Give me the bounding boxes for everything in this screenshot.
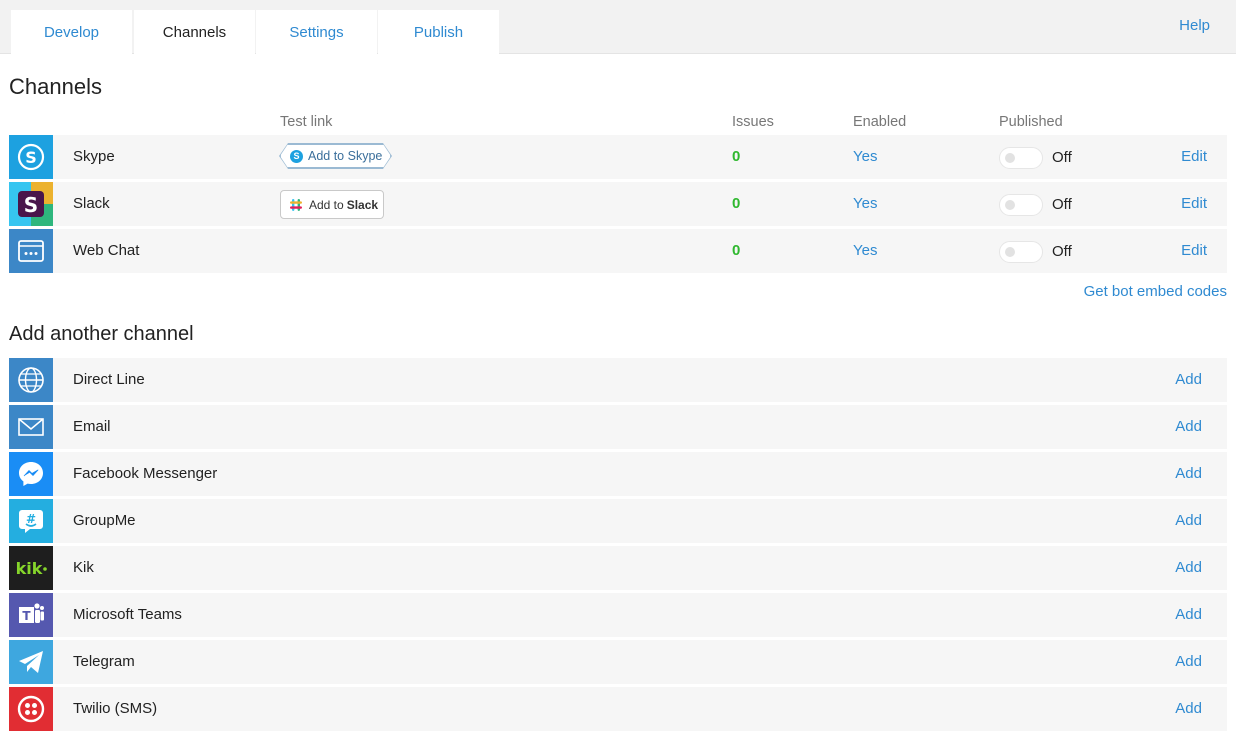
channel-name: Facebook Messenger (73, 465, 218, 482)
messenger-icon (9, 452, 53, 496)
toggle-knob (1005, 153, 1015, 163)
telegram-icon (9, 640, 53, 684)
envelope-icon (9, 405, 53, 449)
add-to-slack-label: Add to (309, 197, 344, 212)
add-button[interactable]: Add (1175, 700, 1202, 717)
toggle-knob (1005, 200, 1015, 210)
channel-name: Telegram (73, 653, 135, 670)
channel-name: Web Chat (73, 242, 140, 259)
add-row-microsoft-teams: T Microsoft Teams Add (9, 593, 1227, 637)
add-channel-title: Add another channel (9, 323, 194, 345)
issues-count: 0 (732, 195, 741, 212)
groupme-icon: # (9, 499, 53, 543)
add-row-email: Email Add (9, 405, 1227, 449)
web-chat-icon (9, 229, 53, 273)
add-to-skype-button[interactable]: S Add to Skype (280, 144, 391, 168)
svg-text:T: T (22, 609, 31, 623)
add-button[interactable]: Add (1175, 559, 1202, 576)
help-link[interactable]: Help (1179, 17, 1210, 34)
add-button[interactable]: Add (1175, 606, 1202, 623)
slack-icon: S (9, 182, 53, 226)
tab-channels[interactable]: Channels (134, 10, 255, 54)
enabled-status-link[interactable]: Yes (853, 195, 877, 212)
add-button[interactable]: Add (1175, 653, 1202, 670)
skype-small-icon: S (290, 149, 303, 163)
enabled-status-link[interactable]: Yes (853, 148, 877, 165)
issues-count: 0 (732, 242, 741, 259)
svg-text:S: S (25, 148, 37, 167)
globe-icon (9, 358, 53, 402)
published-status: Off (1052, 243, 1072, 260)
svg-text:#: # (26, 512, 36, 526)
skype-icon: S (9, 135, 53, 179)
channel-name: Slack (73, 195, 110, 212)
channel-name: Direct Line (73, 371, 145, 388)
edit-button[interactable]: Edit (1181, 242, 1207, 259)
add-row-facebook-messenger: Facebook Messenger Add (9, 452, 1227, 496)
add-to-slack-button[interactable]: Add to Slack (280, 190, 384, 219)
slack-hash-icon (290, 198, 302, 211)
twilio-icon (9, 687, 53, 731)
channel-row-web-chat: Web Chat 0 Yes Off Edit (9, 229, 1227, 273)
tab-develop[interactable]: Develop (11, 10, 132, 54)
published-toggle[interactable] (999, 194, 1043, 216)
top-tab-bar: Develop Channels Settings Publish Help (0, 0, 1236, 54)
published-status: Off (1052, 196, 1072, 213)
toggle-knob (1005, 247, 1015, 257)
column-header-issues: Issues (732, 114, 774, 130)
kik-icon: kik (9, 546, 53, 590)
channel-name: Email (73, 418, 111, 435)
channel-name: Skype (73, 148, 115, 165)
teams-icon: T (9, 593, 53, 637)
tab-settings[interactable]: Settings (256, 10, 377, 54)
published-toggle[interactable] (999, 241, 1043, 263)
add-button[interactable]: Add (1175, 465, 1202, 482)
edit-button[interactable]: Edit (1181, 195, 1207, 212)
svg-text:S: S (24, 193, 38, 217)
channels-title: Channels (9, 74, 102, 99)
edit-button[interactable]: Edit (1181, 148, 1207, 165)
add-to-slack-bold-label: Slack (346, 197, 379, 212)
add-row-groupme: # GroupMe Add (9, 499, 1227, 543)
column-header-test-link: Test link (280, 114, 333, 130)
add-row-kik: kik Kik Add (9, 546, 1227, 590)
tab-publish[interactable]: Publish (378, 10, 499, 54)
channel-name: GroupMe (73, 512, 136, 529)
add-button[interactable]: Add (1175, 512, 1202, 529)
add-to-skype-label: Add to Skype (308, 149, 383, 163)
published-status: Off (1052, 149, 1072, 166)
column-header-published: Published (999, 114, 1063, 130)
channel-row-skype: S Skype S Add to Skype 0 Yes Off Edit (9, 135, 1227, 179)
channel-name: Microsoft Teams (73, 606, 182, 623)
add-button[interactable]: Add (1175, 418, 1202, 435)
published-toggle[interactable] (999, 147, 1043, 169)
get-bot-embed-codes-link[interactable]: Get bot embed codes (1084, 283, 1227, 300)
column-header-enabled: Enabled (853, 114, 907, 130)
add-row-telegram: Telegram Add (9, 640, 1227, 684)
svg-text:kik: kik (16, 559, 43, 578)
add-row-twilio-sms: Twilio (SMS) Add (9, 687, 1227, 731)
add-button[interactable]: Add (1175, 371, 1202, 388)
issues-count: 0 (732, 148, 741, 165)
channel-row-slack: S Slack Add to Slack 0 Yes Off Edit (9, 182, 1227, 226)
channel-name: Kik (73, 559, 94, 576)
channel-name: Twilio (SMS) (73, 700, 158, 717)
add-row-direct-line: Direct Line Add (9, 358, 1227, 402)
enabled-status-link[interactable]: Yes (853, 242, 877, 259)
